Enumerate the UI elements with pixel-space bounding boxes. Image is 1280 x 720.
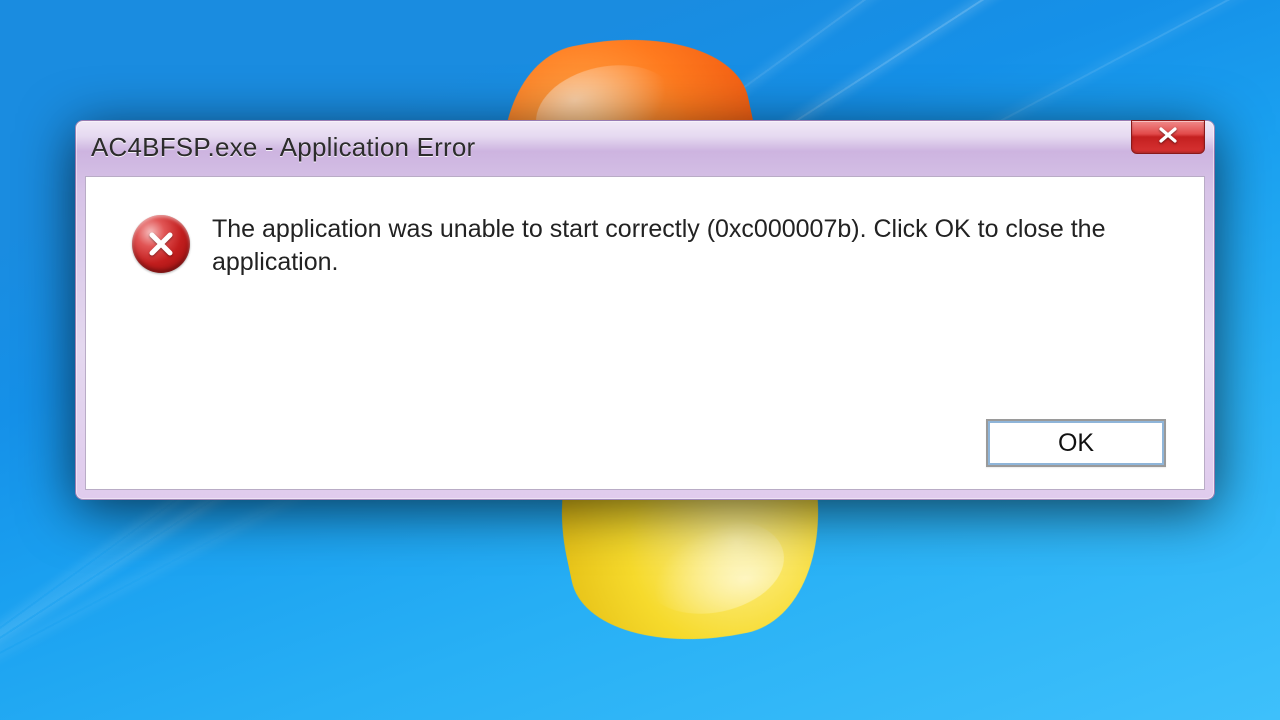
dialog-title: AC4BFSP.exe - Application Error xyxy=(91,132,475,163)
error-message: The application was unable to start corr… xyxy=(212,213,1132,279)
desktop-background: AC4BFSP.exe - Application Error The appl… xyxy=(0,0,1280,720)
error-dialog: AC4BFSP.exe - Application Error The appl… xyxy=(75,120,1215,500)
close-icon xyxy=(1158,127,1178,148)
ok-button[interactable]: OK xyxy=(986,419,1166,467)
error-icon xyxy=(132,215,190,273)
close-button[interactable] xyxy=(1131,120,1205,154)
titlebar: AC4BFSP.exe - Application Error xyxy=(83,128,1207,172)
dialog-client-area: The application was unable to start corr… xyxy=(85,176,1205,490)
